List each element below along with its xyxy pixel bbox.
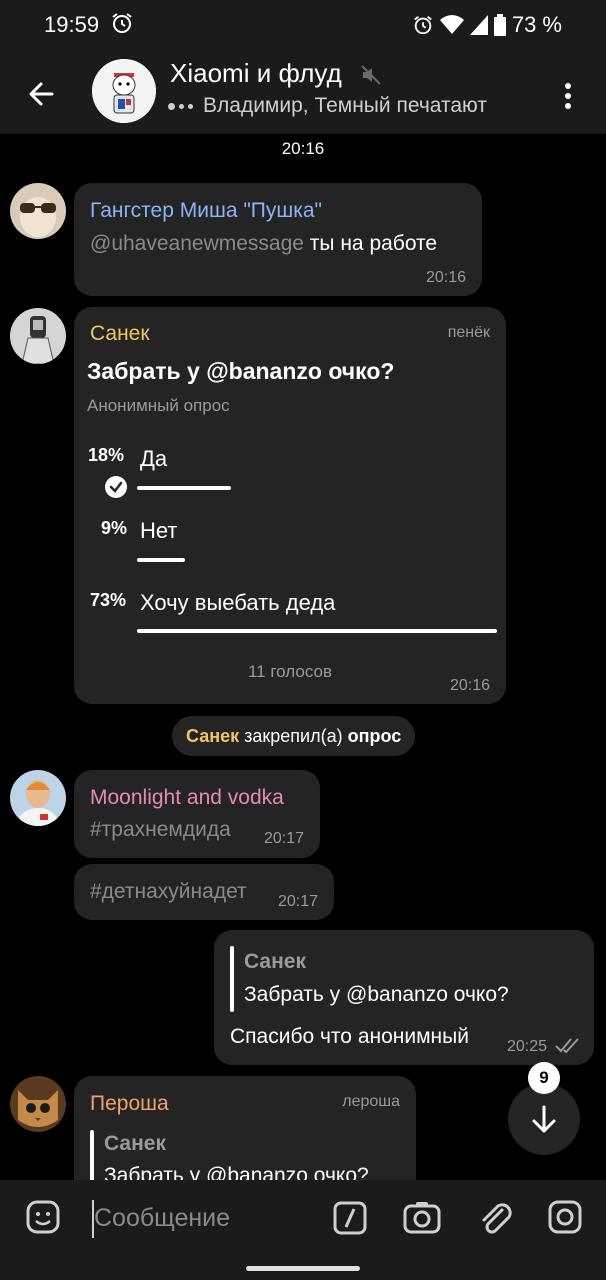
camera-icon[interactable] [402,1198,442,1238]
sender-tag: лероша [342,1093,400,1110]
more-menu-icon[interactable] [556,78,580,114]
reply-text[interactable]: Забрать у @bananzo очко? [244,983,509,1007]
mention-link[interactable]: @uhaveanewmessage [90,232,304,255]
message-time: 20:25 [507,1038,548,1055]
attach-icon[interactable] [476,1198,514,1238]
message-body: ты на работе [303,232,438,255]
service-object[interactable]: опрос [348,726,402,746]
typing-dots-icon [168,102,193,110]
avatar[interactable] [10,183,66,239]
outgoing-message-bubble[interactable]: Санек Забрать у @bananzo очко? Спасибо ч… [214,930,594,1065]
poll-option-percent: 18% [88,445,125,465]
poll-type: Анонимный опрос [87,396,230,415]
date-label: 20:16 [281,139,325,158]
message-bubble[interactable]: Moonlight and vodka #трахнемдида 20:17 [74,770,320,858]
status-time: 19:59 [44,12,100,37]
poll-option-percent: 73% [90,590,127,610]
signal-icon [469,15,488,35]
poll-question: Забрать у @bananzo очко? [87,358,395,384]
mute-icon [361,65,381,85]
poll-option-label[interactable]: Нет [140,518,177,544]
chat-title[interactable]: Xiaomi и флуд [170,58,342,89]
hashtag-link[interactable]: #трахнемдида [90,818,231,842]
chat-header: Xiaomi и флуд Владимир, Темный печатают [0,50,606,134]
check-icon [105,476,127,498]
gesture-nav-bar[interactable] [246,1266,360,1271]
wifi-icon [439,15,464,34]
message-input-bar: Сообщение [0,1180,606,1280]
battery-icon [493,14,506,36]
avatar[interactable] [10,1076,66,1132]
battery-percent: 73 % [511,12,562,37]
sender-name[interactable]: Moonlight and vodka [90,786,284,810]
alarm-icon [414,16,432,35]
avatar[interactable] [10,770,66,826]
bot-commands-icon[interactable] [332,1200,368,1236]
chat-avatar[interactable] [92,59,156,123]
typing-text: Владимир, Темный печатают [203,94,487,117]
poll-option-bar [137,629,497,633]
typing-status: Владимир, Темный печатают [168,94,487,118]
message-time: 20:16 [449,677,490,694]
poll-bubble[interactable]: Санек пенёк Забрать у @bananzo очко? Ано… [74,307,506,704]
message-text: Спасибо что анонимный [230,1025,469,1048]
instagram-icon[interactable] [546,1198,584,1236]
poll-option-bar [137,558,185,562]
message-input[interactable]: Сообщение [94,1204,230,1233]
hashtag-link[interactable]: #детнахуйнадет [90,880,247,904]
message-time: 20:16 [425,269,466,286]
message-time: 20:17 [263,830,304,847]
status-right: 73 % [412,12,562,38]
poll-option-label[interactable]: Хочу выебать деда [140,590,335,616]
sticker-emoji-icon[interactable] [24,1198,62,1236]
reply-name[interactable]: Санек [244,950,306,974]
message-text: @uhaveanewmessage ты на работе [90,232,437,256]
message-time: 20:17 [277,893,318,910]
sender-name[interactable]: Санек [90,322,150,346]
poll-option-bar [137,486,231,490]
message-bubble[interactable]: #детнахуйнадет 20:17 [74,864,334,920]
service-actor[interactable]: Санек [186,726,239,746]
message-bubble[interactable]: Гангстер Миша "Пушка" @uhaveanewmessage … [74,183,482,296]
message-bubble[interactable]: Пероша лероша Санек Забрать у @bananzo о… [74,1076,416,1180]
status-bar: 19:59 73 % [0,0,606,50]
pinned-service-message[interactable]: Санек закрепил(а) опрос [172,716,416,756]
sender-name[interactable]: Пероша [90,1092,169,1116]
read-checkmarks-icon [555,1038,579,1054]
poll-option-label[interactable]: Да [140,446,167,472]
reply-name[interactable]: Санек [104,1132,166,1156]
unread-badge: 9 [528,1062,560,1094]
poll-option-percent: 9% [101,518,128,538]
reply-accent [90,1130,94,1180]
alarm-icon [112,13,132,33]
sender-name[interactable]: Гангстер Миша "Пушка" [90,199,322,223]
avatar[interactable] [10,308,66,364]
poll-votes[interactable]: 11 голосов [74,662,506,682]
reply-text[interactable]: Забрать у @bananzo очко? [104,1164,369,1180]
reply-accent [230,946,234,1012]
sender-tag: пенёк [447,324,490,341]
service-action: закрепил(а) [239,726,348,746]
back-arrow-icon[interactable] [22,74,62,114]
